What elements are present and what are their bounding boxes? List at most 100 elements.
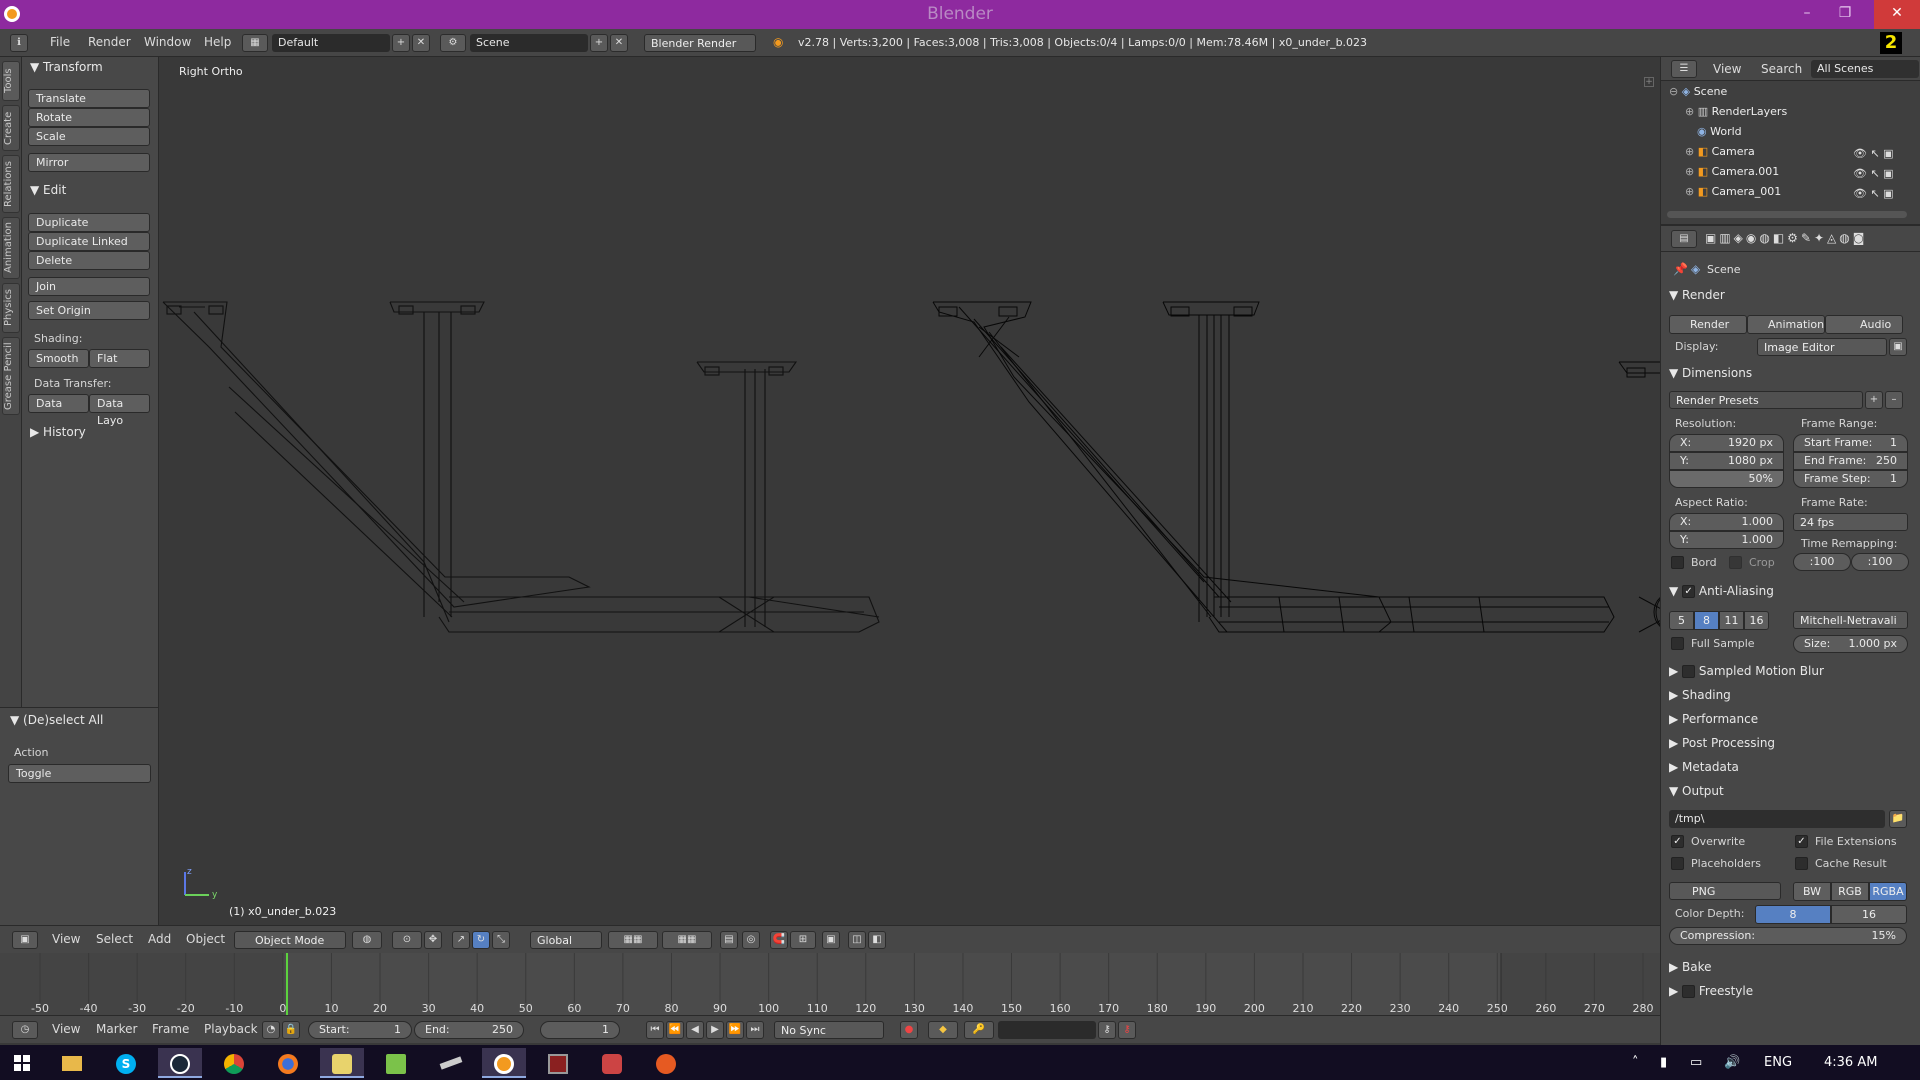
- tab-create[interactable]: Create: [2, 105, 20, 151]
- overwrite-checkbox[interactable]: ✓: [1671, 835, 1684, 848]
- frame-rate-select[interactable]: 24 fps: [1793, 513, 1908, 531]
- remap-old-field[interactable]: :100: [1793, 553, 1851, 571]
- metadata-section-header[interactable]: ▶ Metadata: [1669, 760, 1739, 774]
- maximize-button[interactable]: ❐: [1826, 0, 1864, 29]
- close-button[interactable]: ✕: [1874, 0, 1920, 29]
- outliner-item-camera-001b[interactable]: ⊕ ◧ Camera_001: [1669, 185, 1787, 205]
- visibility-eye-icon-3[interactable]: 👁 ↖ ▣: [1853, 187, 1894, 200]
- tray-chevron-icon[interactable]: ˄: [1632, 1055, 1639, 1070]
- visibility-eye-icon[interactable]: 👁 ↖ ▣: [1853, 147, 1894, 160]
- compression-slider[interactable]: Compression: 15%: [1669, 927, 1907, 945]
- steam-icon[interactable]: [158, 1048, 202, 1078]
- menu-add[interactable]: Add: [148, 932, 171, 946]
- aa-samples-5[interactable]: 5: [1669, 611, 1694, 630]
- outliner-item-scene[interactable]: ⊖ ◈ Scene: [1669, 85, 1787, 105]
- opengl-render-icon[interactable]: ▣: [822, 931, 840, 949]
- display-mode-select[interactable]: All Scenes: [1811, 60, 1919, 78]
- menu-view[interactable]: View: [52, 932, 80, 946]
- menu-select[interactable]: Select: [96, 932, 133, 946]
- keying-set-field[interactable]: [998, 1021, 1096, 1039]
- app-icon-3[interactable]: [428, 1048, 472, 1078]
- smooth-button[interactable]: Smooth: [28, 349, 89, 368]
- editor-type-outliner-icon[interactable]: ☰: [1671, 60, 1697, 78]
- menu-frame[interactable]: Frame: [152, 1022, 189, 1036]
- proportional-edit-icon[interactable]: ◎: [742, 931, 760, 949]
- animation-button[interactable]: Animation: [1747, 315, 1825, 334]
- orientation-select[interactable]: Global: [530, 931, 602, 949]
- freestyle-section-header[interactable]: ▶ Freestyle: [1669, 984, 1753, 998]
- color-mode-rgba[interactable]: RGBA: [1869, 882, 1907, 901]
- crop-checkbox[interactable]: [1729, 556, 1742, 569]
- display-select[interactable]: Image Editor: [1757, 338, 1887, 356]
- add-scene-icon[interactable]: +: [590, 34, 608, 52]
- windows-start-icon[interactable]: [0, 1048, 44, 1078]
- display-options-icon[interactable]: ▣: [1889, 338, 1907, 356]
- screen-layout-icon[interactable]: ▦: [242, 34, 268, 52]
- history-panel-header[interactable]: ▶ History: [30, 425, 86, 439]
- render-engine-select[interactable]: Blender Render: [644, 34, 756, 52]
- color-depth-8[interactable]: 8: [1755, 905, 1831, 924]
- delete-button[interactable]: Delete: [28, 251, 150, 270]
- remove-preset-icon[interactable]: –: [1885, 391, 1903, 409]
- aspect-x-field[interactable]: X: 1.000: [1669, 513, 1784, 531]
- full-sample-checkbox[interactable]: [1671, 637, 1684, 650]
- render-layer-icon[interactable]: ▤: [720, 931, 738, 949]
- remove-layout-icon[interactable]: ✕: [412, 34, 430, 52]
- play-reverse-icon[interactable]: ◀: [686, 1021, 704, 1039]
- app-icon-5[interactable]: [590, 1048, 634, 1078]
- render-presets-select[interactable]: Render Presets: [1669, 391, 1863, 409]
- outliner-item-camera-001[interactable]: ⊕ ◧ Camera.001: [1669, 165, 1787, 185]
- snap-element-icon[interactable]: ⊞: [790, 931, 816, 949]
- app-icon-6[interactable]: [644, 1048, 688, 1078]
- color-depth-16[interactable]: 16: [1831, 905, 1907, 924]
- keyframe-type-icon[interactable]: 🔑: [964, 1021, 994, 1039]
- keying-set-icon[interactable]: ◆: [928, 1021, 958, 1039]
- firefox-icon[interactable]: [266, 1048, 310, 1078]
- add-layout-icon[interactable]: +: [392, 34, 410, 52]
- aa-samples-8[interactable]: 8: [1694, 611, 1719, 630]
- placeholders-checkbox[interactable]: [1671, 857, 1684, 870]
- file-format-select[interactable]: PNG: [1669, 882, 1781, 900]
- tab-grease-pencil[interactable]: Grease Pencil: [2, 337, 20, 415]
- sync-select[interactable]: No Sync: [774, 1021, 884, 1039]
- tab-physics[interactable]: Physics: [2, 283, 20, 333]
- anti-aliasing-section-header[interactable]: ▼ ✓ Anti-Aliasing: [1669, 584, 1774, 598]
- post-processing-section-header[interactable]: ▶ Post Processing: [1669, 736, 1775, 750]
- flat-button[interactable]: Flat: [89, 349, 150, 368]
- set-origin-select[interactable]: Set Origin: [28, 301, 150, 320]
- duplicate-linked-button[interactable]: Duplicate Linked: [28, 232, 150, 251]
- transform-panel-header[interactable]: ▼ Transform: [30, 60, 103, 74]
- pivot-point-icon[interactable]: ⊙: [392, 931, 422, 949]
- aspect-y-field[interactable]: Y: 1.000: [1669, 531, 1784, 549]
- end-frame-field[interactable]: End: 250: [414, 1021, 524, 1039]
- outliner-scrollbar[interactable]: [1667, 211, 1907, 218]
- duplicate-button[interactable]: Duplicate: [28, 213, 150, 232]
- current-frame-field[interactable]: 1: [540, 1021, 620, 1039]
- layout-field[interactable]: Default: [272, 34, 390, 52]
- end-frame-prop-field[interactable]: End Frame: 250: [1793, 452, 1908, 470]
- tray-language[interactable]: ENG: [1764, 1055, 1792, 1070]
- sampled-motion-blur-header[interactable]: ▶ Sampled Motion Blur: [1669, 664, 1824, 678]
- remove-scene-icon[interactable]: ✕: [610, 34, 628, 52]
- render-button[interactable]: Render: [1669, 315, 1747, 334]
- preview-range-icon[interactable]: ◔: [262, 1021, 280, 1039]
- menu-playback[interactable]: Playback: [204, 1022, 258, 1036]
- jump-start-icon[interactable]: ⏮: [646, 1021, 664, 1039]
- jump-end-icon[interactable]: ⏭: [746, 1021, 764, 1039]
- output-path-field[interactable]: /tmp\: [1669, 810, 1885, 828]
- motion-blur-checkbox[interactable]: [1682, 665, 1696, 678]
- tray-clock[interactable]: 4:36 AM: [1824, 1055, 1877, 1070]
- app-icon-1[interactable]: [320, 1048, 364, 1078]
- shading-section-header[interactable]: ▶ Shading: [1669, 688, 1731, 702]
- menu-render[interactable]: Render: [88, 35, 131, 49]
- jump-key-back-icon[interactable]: ⏪: [666, 1021, 684, 1039]
- tab-tools[interactable]: Tools: [2, 61, 20, 101]
- operator-title[interactable]: ▼ (De)select All: [10, 713, 103, 727]
- outliner-item-world[interactable]: ◉ World: [1669, 125, 1787, 145]
- translate-manipulator-icon[interactable]: ↗: [452, 931, 470, 949]
- resolution-y-field[interactable]: Y: 1080 px: [1669, 452, 1784, 470]
- action-select[interactable]: Toggle: [8, 764, 151, 783]
- mirror-button[interactable]: Mirror: [28, 153, 150, 172]
- menu-object[interactable]: Object: [186, 932, 225, 946]
- rotate-manipulator-icon[interactable]: ↻: [472, 931, 490, 949]
